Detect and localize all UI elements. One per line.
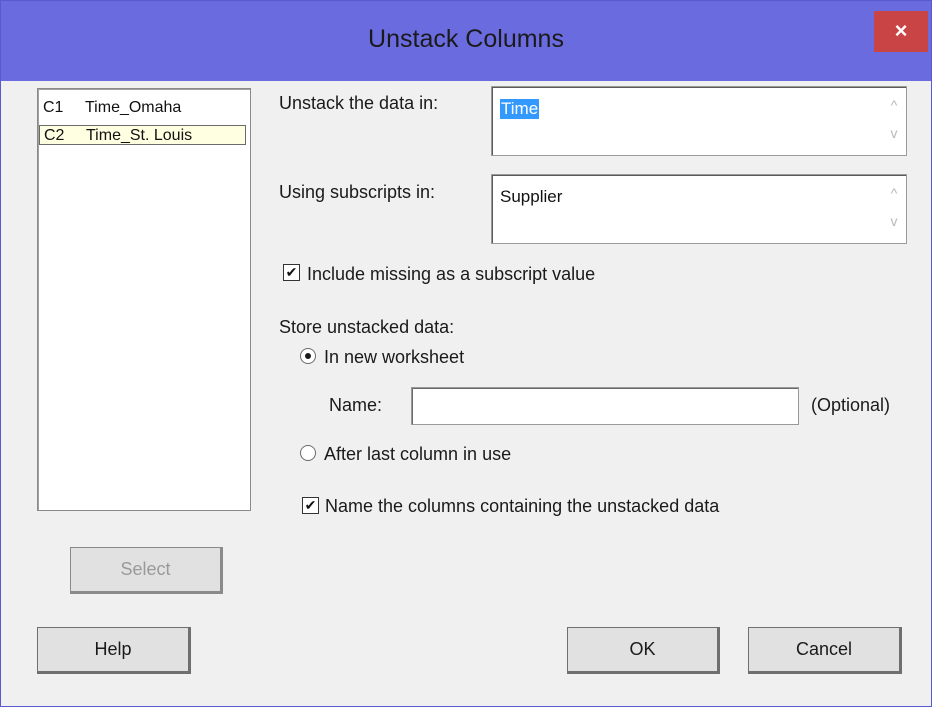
scroll-up-icon[interactable]: ^ [886, 185, 902, 201]
unstack-data-value: Time [500, 99, 540, 119]
variable-name: Time_St. Louis [86, 127, 193, 144]
close-button[interactable]: × [874, 11, 928, 52]
name-columns-checkbox[interactable]: ✔ [302, 497, 319, 514]
subscripts-value: Supplier [500, 187, 563, 206]
check-icon: ✔ [285, 264, 298, 280]
include-missing-label[interactable]: Include missing as a subscript value [307, 264, 595, 285]
after-last-column-radio[interactable] [300, 445, 316, 461]
select-button[interactable]: Select [70, 547, 223, 594]
ok-button[interactable]: OK [567, 627, 720, 674]
scroll-up-icon[interactable]: ^ [886, 97, 902, 113]
variable-item-c2[interactable]: C2 Time_St. Louis [39, 125, 246, 145]
dialog-body: C1 Time_Omaha C2 Time_St. Louis Unstack th… [9, 81, 923, 699]
help-button[interactable]: Help [37, 627, 191, 674]
variable-list[interactable]: C1 Time_Omaha C2 Time_St. Louis [37, 88, 251, 511]
radio-dot [305, 353, 311, 359]
unstack-label: Unstack the data in: [279, 93, 439, 113]
close-icon: × [894, 18, 908, 43]
store-label: Store unstacked data: [279, 317, 455, 337]
subscripts-input[interactable]: Supplier ^ v [491, 174, 907, 244]
scroll-down-icon[interactable]: v [886, 125, 902, 141]
dialog-title: Unstack Columns [368, 25, 564, 53]
include-missing-checkbox[interactable]: ✔ [283, 264, 300, 281]
variable-id: C2 [44, 127, 65, 144]
title-bar[interactable]: Unstack Columns × [1, 1, 931, 81]
name-columns-label[interactable]: Name the columns containing the unstacke… [325, 496, 719, 517]
dialog-window: Unstack Columns × C1 Time_Omaha C2 Time_St… [0, 0, 932, 707]
variable-id: C1 [43, 99, 64, 116]
scroll-down-icon[interactable]: v [886, 213, 902, 229]
unstack-data-input[interactable]: Time ^ v [491, 86, 907, 156]
check-icon: ✔ [304, 497, 317, 513]
subscripts-label: Using subscripts in: [279, 182, 436, 202]
variable-name: Time_Omaha [85, 99, 182, 116]
worksheet-name-input[interactable] [411, 387, 799, 425]
variable-item-c1[interactable]: C1 Time_Omaha [43, 98, 181, 118]
new-worksheet-radio[interactable] [300, 348, 316, 364]
name-label: Name: [329, 395, 383, 415]
new-worksheet-label[interactable]: In new worksheet [324, 347, 464, 368]
after-last-column-label[interactable]: After last column in use [324, 444, 511, 465]
optional-label: (Optional) [811, 395, 891, 415]
cancel-button[interactable]: Cancel [748, 627, 902, 674]
